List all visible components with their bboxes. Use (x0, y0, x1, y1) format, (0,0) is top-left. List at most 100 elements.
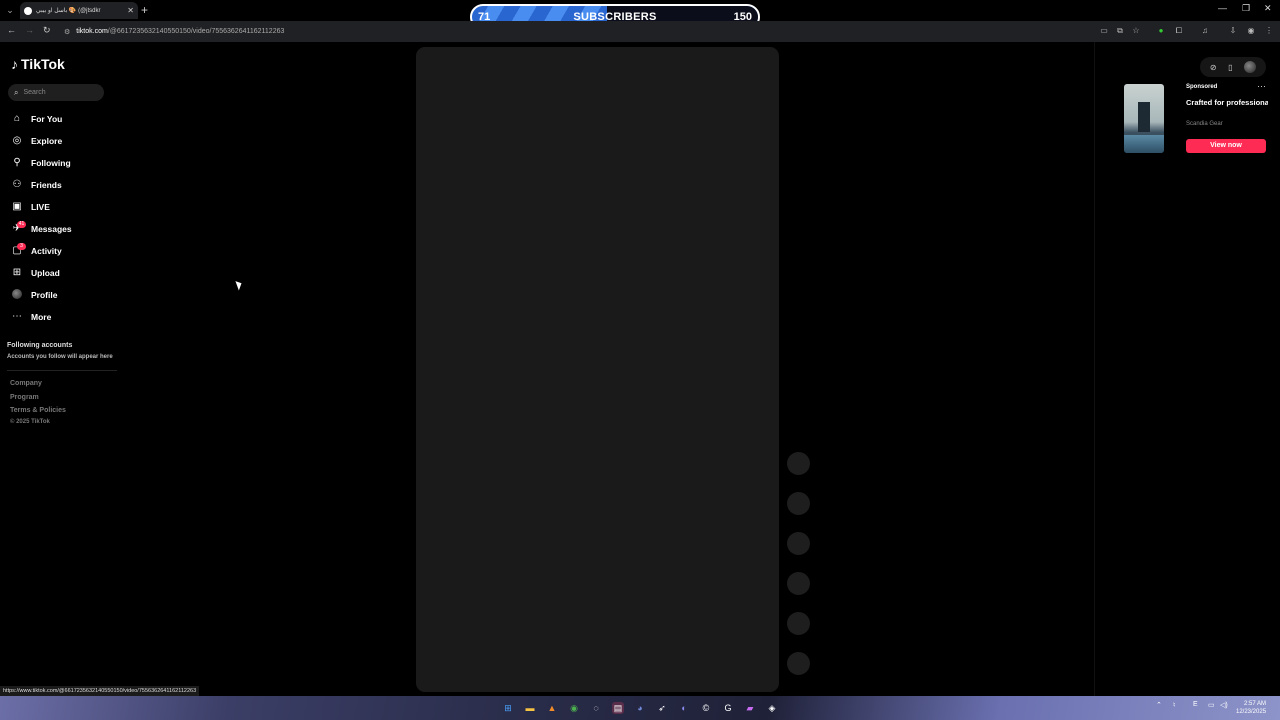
sidebar-item-label: Activity (31, 246, 62, 256)
sidebar-item-upload[interactable]: ⊞ Upload (11, 262, 121, 284)
address-bar[interactable]: ⚙ tiktok.com/@661723563214055015​0/video… (60, 24, 1090, 39)
footer-link-terms[interactable]: Terms & Policies (10, 407, 66, 414)
sidebar-nav: ⌂ For You ◎ Explore ⚲ Following ⚇ Friend… (11, 108, 121, 328)
mouse-cursor-icon (235, 279, 244, 291)
profile-avatar-icon[interactable]: ◉ (1246, 26, 1256, 36)
app-streaming-icon[interactable]: ▰ (744, 702, 756, 714)
screen: ⌄ باسل او بيبي 🎨 (@jtsdkr ✕ + 71 SUBSCRI… (0, 0, 1280, 720)
site-info-icon[interactable]: ⚙ (64, 28, 70, 36)
ad-title[interactable]: Crafted for professionals operati... (1186, 98, 1268, 108)
action-button-placeholder[interactable] (787, 612, 810, 635)
install-app-icon[interactable]: ▭ (1099, 26, 1109, 36)
app-orange-icon[interactable]: ▲ (546, 702, 558, 714)
windows-taskbar: ⊞ ▬ ▲ ◉ ◌ ▤ ◕ ➶ ◐ © G ▰ ◈ ⌃ ♮ E ▭ ◁) 2:5… (0, 696, 1280, 720)
sidebar-divider (7, 370, 117, 371)
chrome-icon[interactable]: ◉ (568, 702, 580, 714)
app-terminal-icon[interactable]: ▤ (612, 702, 624, 714)
language-indicator[interactable]: E (1193, 701, 1198, 708)
discord-icon[interactable]: ◕ (634, 702, 646, 714)
user-follow-icon: ⚲ (13, 157, 21, 168)
chrome-menu-icon[interactable]: ⋮ (1264, 26, 1274, 36)
ad-brand: Scandia Gear (1186, 121, 1223, 127)
ad-thumbnail-door (1138, 102, 1150, 132)
tiktok-favicon-icon (24, 6, 32, 15)
sidebar-item-friends[interactable]: ⚇ Friends (11, 174, 121, 196)
sidebar-item-more[interactable]: ⋯ More (11, 306, 121, 328)
microphone-icon[interactable]: ♮ (1173, 701, 1176, 709)
search-icon: ⌕ (14, 87, 19, 97)
browser-toolbar: ← → ↻ ⚙ tiktok.com/@661723563214055015​0… (0, 21, 1280, 42)
system-clock[interactable]: 2:57 AM 12/23/2025 (1236, 700, 1266, 716)
clock-time: 2:57 AM (1244, 701, 1267, 707)
sidebar-item-messages[interactable]: ✈ 41 Messages (11, 218, 121, 240)
sidebar-item-label: Explore (31, 136, 63, 146)
sidebar-item-for-you[interactable]: ⌂ For You (11, 108, 121, 130)
ad-view-now-button[interactable]: View now (1186, 139, 1266, 153)
right-panel-divider (1094, 42, 1095, 696)
video-player-loading[interactable] (416, 47, 779, 692)
app-c-icon[interactable]: © (700, 702, 712, 714)
ad-thumbnail-floor (1124, 135, 1164, 153)
footer-link-company[interactable]: Company (10, 380, 42, 387)
avatar[interactable] (1244, 61, 1257, 73)
tiktok-logo[interactable]: ♪ TikTok (11, 56, 65, 72)
like-button-placeholder[interactable] (787, 452, 810, 475)
tab-title: باسل او بيبي 🎨 (@jtsdkr (36, 8, 101, 14)
sidebar-item-label: LIVE (31, 202, 50, 212)
upload-icon: ⊞ (12, 267, 22, 278)
back-icon[interactable]: ← (7, 25, 16, 35)
forward-icon[interactable]: → (25, 25, 34, 35)
tab-search-icon[interactable]: ⌄ (4, 4, 16, 16)
activity-badge: 3 (17, 243, 26, 250)
browser-tabstrip: ⌄ باسل او بيبي 🎨 (@jtsdkr ✕ + 71 SUBSCRI… (0, 0, 1280, 30)
sidebar-item-explore[interactable]: ◎ Explore (11, 130, 121, 152)
sound-button-placeholder[interactable] (787, 652, 810, 675)
tiktok-page: ♪ TikTok ⌕ Search ⌂ For You ◎ Explore ⚲ … (0, 42, 1280, 696)
file-explorer-icon[interactable]: ▬ (524, 702, 536, 714)
tray-chevron-icon[interactable]: ⌃ (1156, 701, 1162, 709)
more-icon: ⋯ (12, 311, 22, 322)
sidebar-item-label: Friends (31, 180, 62, 190)
translate-icon[interactable]: ⧉ (1115, 26, 1125, 36)
sidebar-item-label: Messages (31, 224, 72, 234)
footer-link-program[interactable]: Program (10, 394, 39, 401)
coin-icon[interactable]: ⊘ (1210, 63, 1217, 72)
extensions-puzzle-icon[interactable]: ⧠ (1174, 26, 1184, 36)
close-tab-icon[interactable]: ✕ (127, 6, 134, 15)
ad-thumbnail[interactable] (1124, 84, 1164, 153)
ad-more-icon[interactable]: ⋯ (1257, 81, 1266, 92)
sidebar-item-label: More (31, 312, 52, 322)
share-button-placeholder[interactable] (787, 572, 810, 595)
comment-button-placeholder[interactable] (787, 492, 810, 515)
extension-green-icon[interactable]: ● (1156, 26, 1166, 36)
downloads-icon[interactable]: ⇩ (1228, 26, 1238, 36)
phone-icon[interactable]: ▯ (1228, 63, 1232, 72)
app-gamepad-icon[interactable]: ◈ (766, 702, 778, 714)
sidebar-item-label: Following (31, 158, 71, 168)
bookmark-button-placeholder[interactable] (787, 532, 810, 555)
app-circle-icon[interactable]: ◌ (590, 702, 602, 714)
media-icon[interactable]: ♫ (1200, 26, 1210, 36)
reload-icon[interactable]: ↻ (43, 25, 51, 36)
minimize-icon[interactable]: — (1218, 3, 1227, 13)
bookmark-star-icon[interactable]: ☆ (1131, 26, 1141, 36)
network-icon[interactable]: ▭ (1208, 701, 1215, 709)
volume-icon[interactable]: ◁) (1220, 701, 1228, 709)
restore-icon[interactable]: ❐ (1242, 3, 1250, 14)
sidebar-item-activity[interactable]: ▢ 3 Activity (11, 240, 121, 262)
sidebar-item-profile[interactable]: Profile (11, 284, 121, 306)
steam-icon[interactable]: ➶ (656, 702, 668, 714)
home-icon: ⌂ (13, 113, 21, 124)
sidebar-item-following[interactable]: ⚲ Following (11, 152, 121, 174)
tiktok-wordmark: TikTok (21, 56, 65, 72)
app-g-icon[interactable]: G (722, 702, 734, 714)
close-window-icon[interactable]: ✕ (1264, 3, 1272, 14)
app-purple-icon[interactable]: ◐ (678, 702, 690, 714)
search-input[interactable]: ⌕ Search (8, 84, 104, 101)
sidebar-item-live[interactable]: ▣ LIVE (11, 196, 121, 218)
browser-tab[interactable]: باسل او بيبي 🎨 (@jtsdkr ✕ (20, 2, 138, 19)
new-tab-button[interactable]: + (141, 3, 148, 17)
following-accounts-note: Accounts you follow will appear here (7, 354, 113, 360)
compass-icon: ◎ (12, 135, 22, 146)
windows-start-icon[interactable]: ⊞ (502, 702, 514, 714)
